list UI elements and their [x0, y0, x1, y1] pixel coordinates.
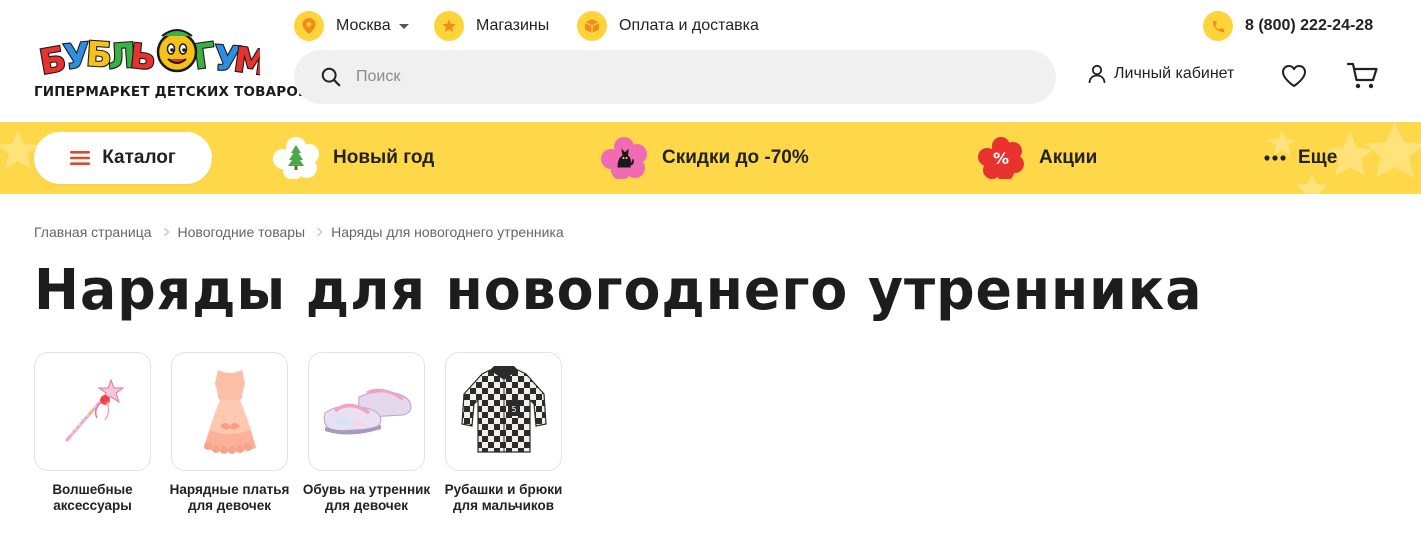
box-icon [577, 11, 607, 41]
delivery-label: Оплата и доставка [619, 17, 759, 34]
cart-button[interactable] [1346, 62, 1379, 95]
site-logo[interactable]: Б У Б Л Ь Г У М ГИПЕРМАРКЕТ ДЕТСКИХ ТОВА… [34, 16, 309, 104]
magic-wand-image [34, 352, 151, 471]
search-bar[interactable] [294, 50, 1056, 104]
subcategory-name: Обувь на утренник для девочек [302, 482, 431, 513]
subcategory-list: Волшебные аксессуары Нарядные платья для… [34, 352, 582, 514]
search-input[interactable] [356, 68, 1036, 86]
favorites-button[interactable] [1281, 64, 1307, 93]
search-icon[interactable] [320, 66, 342, 88]
cat-flower-icon [601, 137, 647, 179]
plaid-shirt-image: 5 [445, 352, 562, 471]
breadcrumb: Главная страница Новогодние товары Наряд… [34, 224, 564, 240]
chevron-right-icon [313, 227, 323, 237]
nav-item-label: Еще [1298, 147, 1338, 168]
breadcrumb-current: Наряды для новогоднего утренника [331, 224, 564, 240]
heart-icon [1282, 65, 1306, 87]
phone-link[interactable]: 8 (800) 222-24-28 [1203, 10, 1373, 42]
stores-link[interactable]: Магазины [434, 10, 549, 42]
nav-item-label: Новый год [333, 147, 435, 168]
subcategory-card-party-dresses[interactable]: Нарядные платья для девочек [170, 352, 289, 514]
breadcrumb-new-year-goods[interactable]: Новогодние товары [178, 224, 306, 240]
catalog-label: Каталог [102, 147, 176, 168]
subcategory-card-party-shoes[interactable]: Обувь на утренник для девочек [303, 352, 430, 514]
peach-dress-image [171, 352, 288, 471]
chevron-down-icon [398, 23, 409, 29]
percent-badge-icon: % [978, 137, 1024, 179]
catalog-button[interactable]: Каталог [34, 132, 212, 184]
more-dots-icon [1264, 155, 1286, 161]
subcategory-card-shirts-trousers[interactable]: 5 Рубашки и брюки для мальчиков [445, 352, 562, 514]
category-band: Каталог Новый год Скидки до -70% % Акции… [0, 122, 1421, 194]
svg-text:Ь: Ь [128, 36, 158, 78]
logo-subtitle: ГИПЕРМАРКЕТ ДЕТСКИХ ТОВАРОВ [34, 84, 309, 100]
user-icon [1088, 64, 1106, 84]
logo-wordmark: Б У Б Л Ь Г У М [35, 29, 260, 85]
city-selector[interactable]: Москва [294, 10, 409, 42]
nav-item-label: Скидки до -70% [662, 147, 809, 168]
nav-item-more[interactable]: Еще [1264, 137, 1337, 179]
svg-text:М: М [231, 40, 260, 84]
nav-item-promo[interactable]: % Акции [977, 137, 1097, 179]
location-pin-icon [294, 11, 324, 41]
cart-icon [1346, 62, 1378, 89]
menu-icon [70, 151, 91, 165]
subcategory-name: Нарядные платья для девочек [169, 482, 290, 513]
subcategory-name: Рубашки и брюки для мальчиков [444, 482, 563, 513]
phone-number: 8 (800) 222-24-28 [1245, 17, 1374, 34]
party-shoes-image [308, 352, 425, 471]
phone-icon [1203, 11, 1233, 41]
delivery-link[interactable]: Оплата и доставка [577, 10, 759, 42]
svg-text:%: % [993, 149, 1009, 168]
subcategory-card-magic-accessories[interactable]: Волшебные аксессуары [34, 352, 151, 514]
star-icon [434, 11, 464, 41]
christmas-tree-icon [273, 137, 319, 179]
page-title: Наряды для новогоднего утренника [34, 258, 1203, 323]
nav-item-label: Акции [1039, 147, 1098, 168]
city-label: Москва [336, 17, 391, 34]
subcategory-name: Волшебные аксессуары [52, 482, 133, 513]
nav-item-new-year[interactable]: Новый год [273, 137, 434, 179]
nav-item-sale[interactable]: Скидки до -70% [600, 137, 809, 179]
breadcrumb-home[interactable]: Главная страница [34, 224, 152, 240]
chevron-right-icon [160, 227, 169, 237]
svg-text:5: 5 [511, 405, 516, 414]
account-link[interactable]: Личный кабинет [1088, 64, 1234, 84]
stores-label: Магазины [476, 17, 550, 34]
account-label: Личный кабинет [1114, 65, 1235, 82]
site-header: Б У Б Л Ь Г У М ГИПЕРМАРКЕТ ДЕТСКИХ ТОВА… [0, 0, 1421, 122]
